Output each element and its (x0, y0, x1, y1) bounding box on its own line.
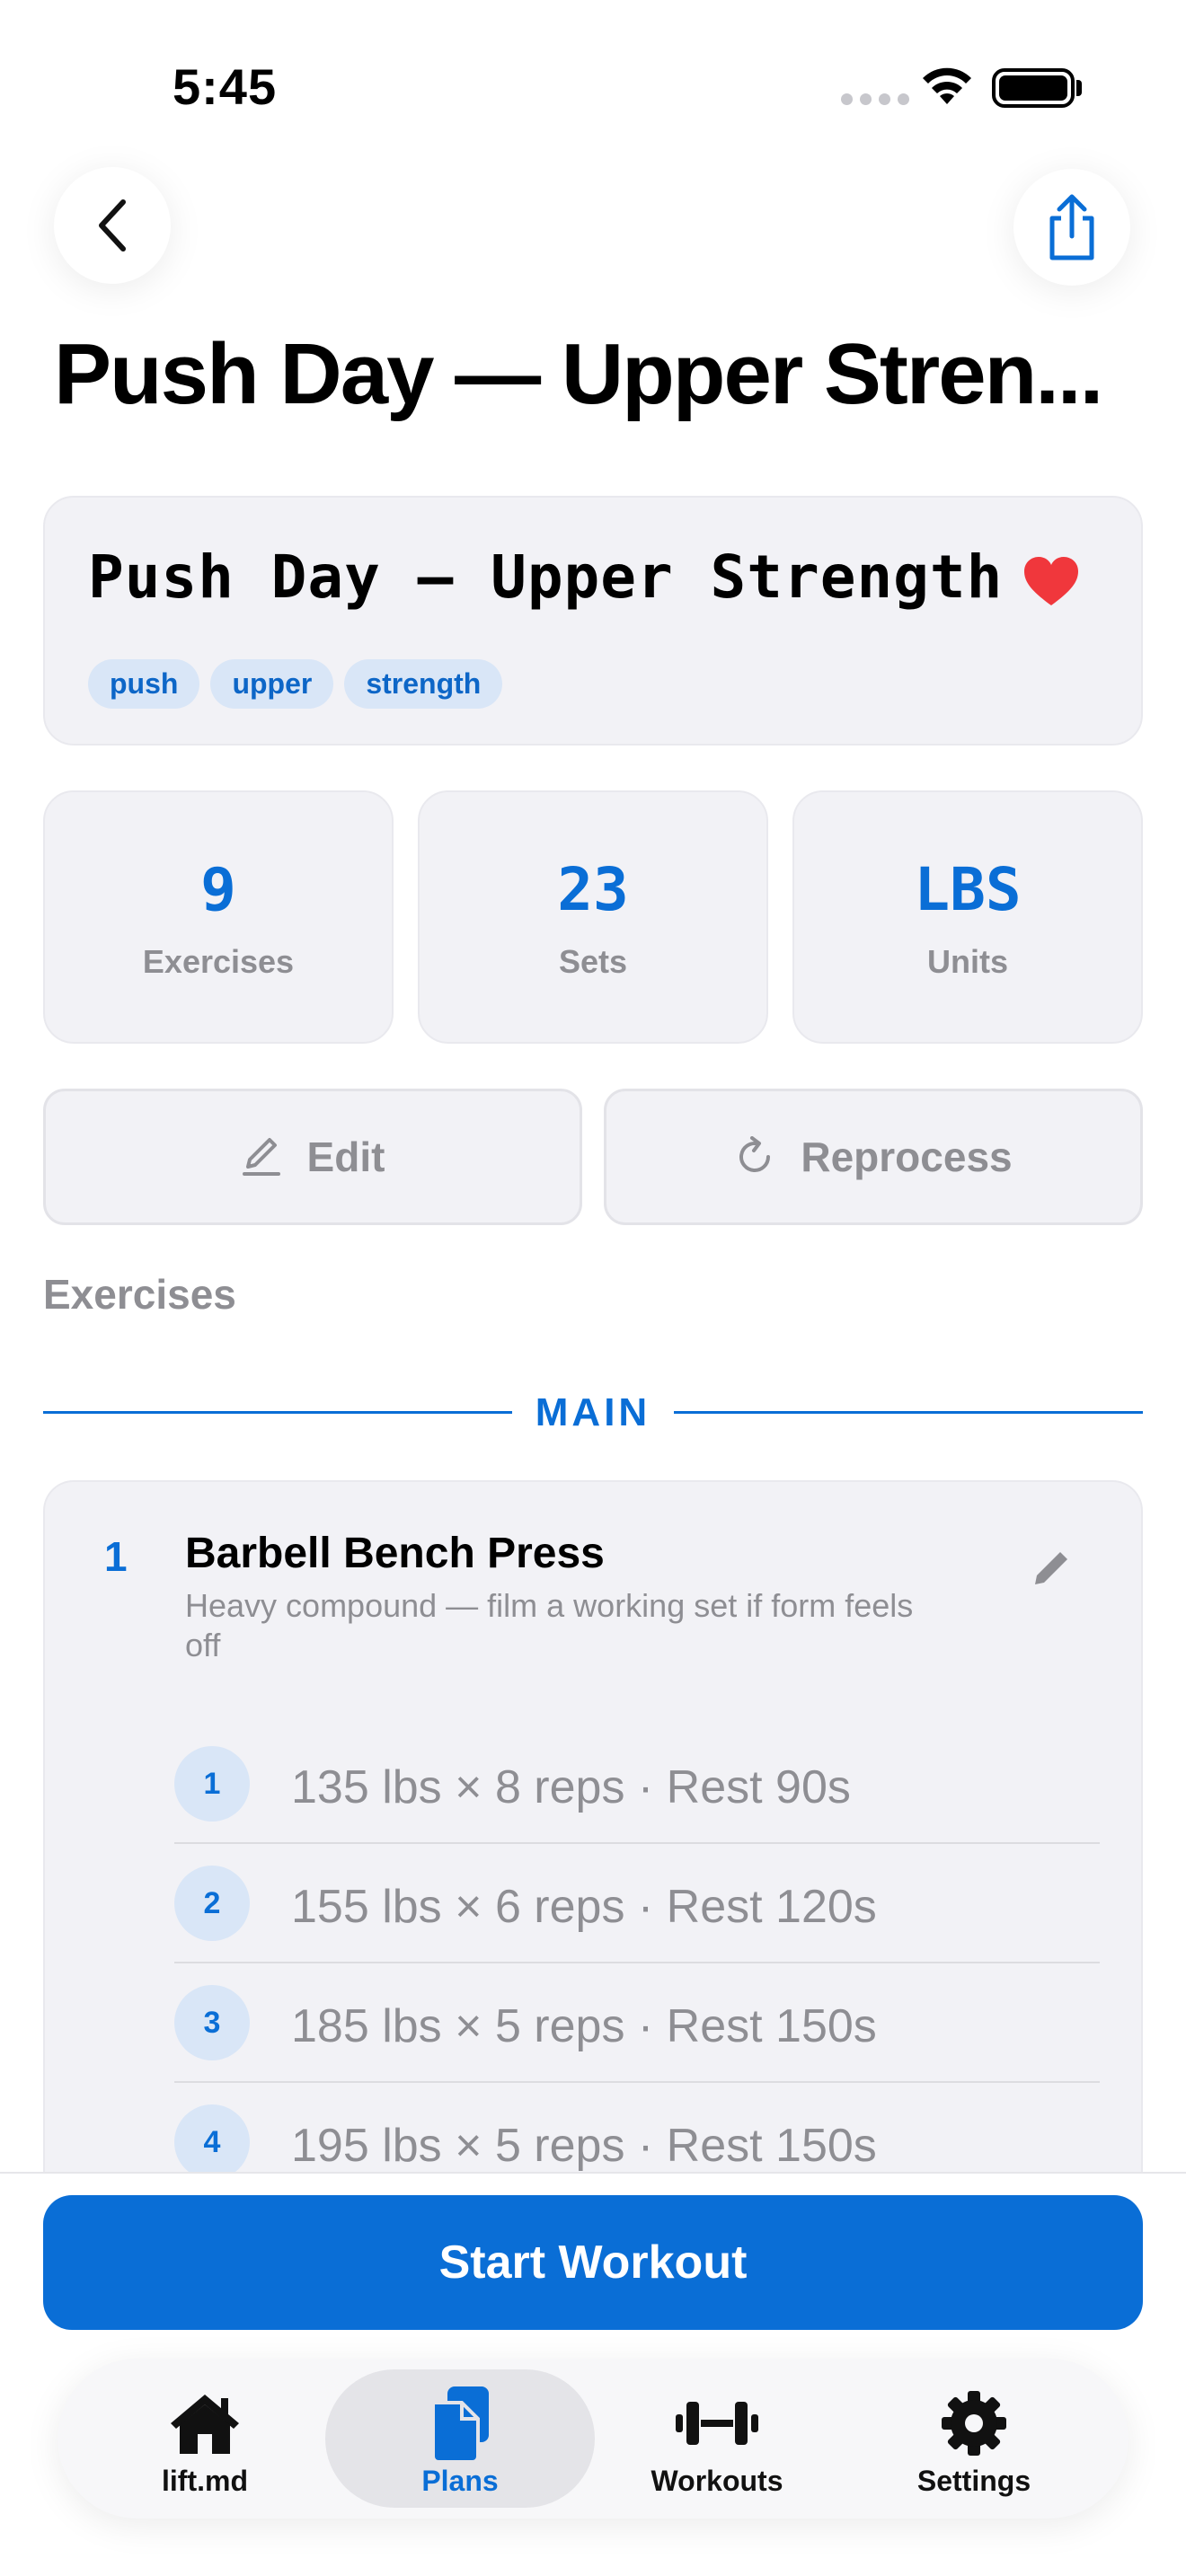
status-time: 5:45 (173, 58, 278, 115)
divider-line (674, 1411, 1143, 1414)
tag[interactable]: upper (210, 659, 334, 709)
status-bar: 5:45 (0, 0, 1186, 135)
stat-value: LBS (914, 855, 1022, 924)
tab-home[interactable]: lift.md (70, 2369, 340, 2508)
tab-label: Plans (421, 2465, 499, 2497)
document-icon (431, 2386, 489, 2462)
edit-button[interactable]: Edit (43, 1089, 582, 1225)
exercise-card[interactable]: 1 Barbell Bench Press Heavy compound — f… (43, 1480, 1143, 2199)
page-title: Push Day — Upper Stren... (54, 326, 1103, 422)
set-details: 135 lbs × 8 reps · Rest 90s (291, 1761, 851, 1813)
set-row[interactable]: 2 155 lbs × 6 reps · Rest 120s (174, 1844, 1100, 1963)
stat-exercises: 9 Exercises (43, 790, 394, 1044)
exercise-name: Barbell Bench Press (185, 1530, 605, 1577)
gear-icon (942, 2391, 1006, 2456)
group-divider: MAIN (43, 1390, 1143, 1434)
pencil-icon (242, 1138, 280, 1176)
tag[interactable]: push (88, 659, 200, 709)
tab-label: Settings (916, 2465, 1031, 2497)
set-number-badge: 2 (174, 1866, 250, 1941)
battery-icon (992, 68, 1075, 108)
set-details: 155 lbs × 6 reps · Rest 120s (291, 1881, 877, 1933)
refresh-icon (739, 1136, 771, 1172)
reprocess-label: Reprocess (801, 1134, 1013, 1180)
edit-label: Edit (306, 1134, 385, 1180)
start-workout-button[interactable]: Start Workout (43, 2195, 1143, 2330)
set-row[interactable]: 3 185 lbs × 5 reps · Rest 150s (174, 1963, 1100, 2083)
heart-icon[interactable] (1022, 555, 1080, 607)
set-row[interactable]: 1 135 lbs × 8 reps · Rest 90s (174, 1725, 1100, 1844)
stat-value: 9 (200, 855, 236, 924)
tag-list: push upper strength (88, 659, 503, 709)
stat-label: Sets (558, 943, 628, 980)
stat-units: LBS Units (792, 790, 1143, 1044)
exercise-note: Heavy compound — film a working set if f… (185, 1587, 914, 1663)
stat-label: Units (927, 943, 1008, 980)
tab-bar: lift.md Plans Workouts Settings (58, 2359, 1128, 2519)
set-number-badge: 1 (174, 1746, 250, 1822)
tab-settings[interactable]: Settings (839, 2369, 1109, 2508)
reprocess-button[interactable]: Reprocess (604, 1089, 1143, 1225)
tab-label: Workouts (651, 2465, 783, 2497)
tab-plans[interactable]: Plans (325, 2369, 595, 2508)
pencil-icon[interactable] (1030, 1547, 1073, 1590)
tab-workouts[interactable]: Workouts (582, 2369, 852, 2508)
set-number-badge: 3 (174, 1985, 250, 2060)
set-details: 195 lbs × 5 reps · Rest 150s (291, 2120, 877, 2172)
stat-value: 23 (557, 855, 629, 924)
chevron-left-icon (99, 199, 126, 251)
signal-icon (841, 93, 909, 105)
share-icon (1049, 194, 1094, 260)
back-button[interactable] (54, 167, 171, 284)
share-button[interactable] (1013, 169, 1130, 286)
tab-label: lift.md (162, 2465, 248, 2497)
house-icon (171, 2395, 239, 2454)
plan-name: Push Day — Upper Strength (88, 543, 1004, 612)
set-details: 185 lbs × 5 reps · Rest 150s (291, 2000, 877, 2052)
plan-header-card: Push Day — Upper Strength push upper str… (43, 496, 1143, 745)
stat-sets: 23 Sets (418, 790, 768, 1044)
section-header-exercises: Exercises (43, 1271, 236, 1318)
dumbbell-icon (676, 2402, 758, 2445)
battery-cap (1076, 80, 1082, 96)
tag[interactable]: strength (344, 659, 503, 709)
set-number-badge: 4 (174, 2104, 250, 2180)
wifi-icon (923, 67, 971, 104)
exercise-index: 1 (104, 1533, 128, 1580)
stat-label: Exercises (142, 943, 295, 980)
